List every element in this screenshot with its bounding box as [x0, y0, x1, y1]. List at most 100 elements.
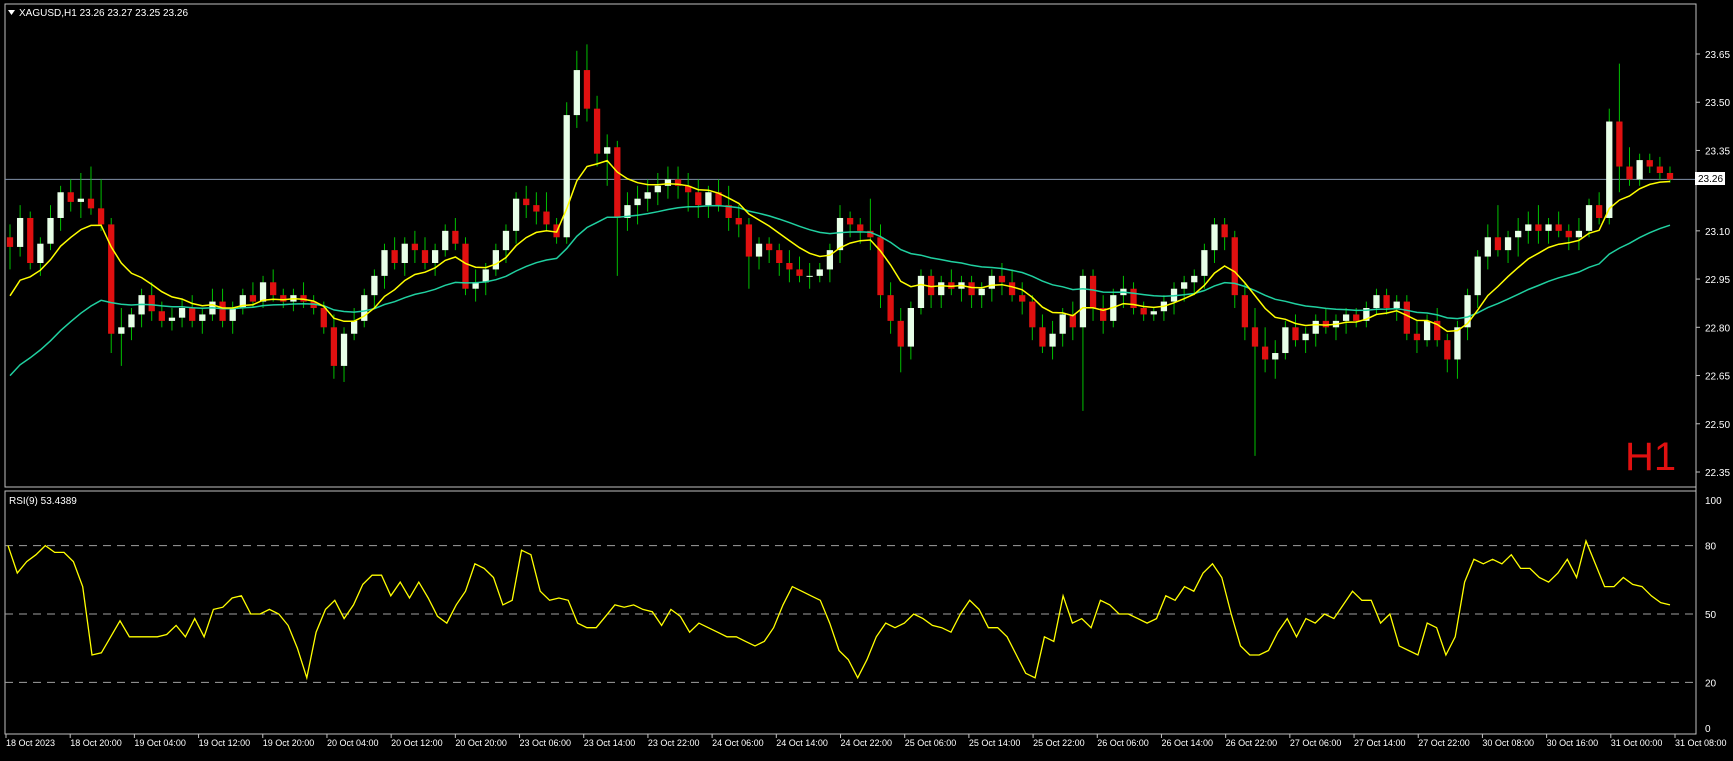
- time-tick-label: 25 Oct 14:00: [969, 738, 1021, 748]
- candle-body: [482, 269, 489, 283]
- time-tick-label: 20 Oct 20:00: [455, 738, 507, 748]
- candle-body: [57, 192, 64, 218]
- candle-body: [411, 243, 419, 251]
- candle-body: [1585, 205, 1593, 231]
- candle-body: [917, 275, 925, 309]
- candle-body: [583, 70, 591, 109]
- candle[interactable]: [563, 102, 570, 244]
- candle-body: [442, 230, 449, 251]
- candle-body: [1575, 230, 1583, 238]
- candle-body: [199, 314, 206, 321]
- price-tick-label: 22.95: [1705, 275, 1730, 286]
- candle-body: [1191, 275, 1198, 283]
- candle-body: [401, 243, 408, 263]
- candle-body: [391, 250, 398, 263]
- candle-body: [1484, 237, 1491, 257]
- candle[interactable]: [917, 269, 925, 315]
- time-tick-label: 26 Oct 06:00: [1097, 738, 1149, 748]
- candle-body: [1353, 314, 1360, 321]
- candle-body: [1302, 333, 1309, 341]
- candle-body: [1555, 224, 1562, 231]
- price-tick-label: 22.80: [1705, 323, 1730, 334]
- price-tick-label: 23.50: [1705, 98, 1730, 109]
- candle-body: [178, 308, 186, 318]
- price-tick-label: 22.35: [1705, 468, 1730, 479]
- candle-body: [593, 108, 601, 154]
- time-tick-label: 18 Oct 20:00: [70, 738, 122, 748]
- candle[interactable]: [27, 211, 34, 270]
- candle-body: [1322, 320, 1329, 328]
- current-price-tag: 23.26: [1698, 174, 1723, 185]
- candle-body: [128, 314, 135, 328]
- candle-body: [67, 192, 74, 202]
- candle-body: [189, 308, 196, 321]
- candle-body: [1616, 121, 1623, 167]
- candle-body: [1008, 282, 1016, 296]
- candle-body: [219, 301, 226, 321]
- candle-body: [1474, 256, 1481, 296]
- candle-body: [1261, 346, 1269, 360]
- time-tick-label: 20 Oct 04:00: [327, 738, 379, 748]
- time-tick-label: 24 Oct 22:00: [841, 738, 893, 748]
- rsi-tick-label: 20: [1705, 678, 1717, 689]
- price-tick-label: 23.35: [1705, 146, 1730, 157]
- time-tick-label: 31 Oct 08:00: [1675, 738, 1727, 748]
- candle-body: [1312, 320, 1319, 334]
- time-tick-label: 19 Oct 12:00: [199, 738, 251, 748]
- chart-window[interactable]: 23.65 23.50 23.35 23.10 22.95 22.80 22.65 22.50…: [0, 0, 1733, 756]
- candle-body: [1029, 301, 1036, 328]
- time-tick-label: 23 Oct 06:00: [520, 738, 572, 748]
- time-tick-label: 25 Oct 06:00: [905, 738, 957, 748]
- time-tick-label: 31 Oct 00:00: [1611, 738, 1663, 748]
- candle-body: [280, 295, 287, 302]
- time-tick-label: 19 Oct 20:00: [263, 738, 315, 748]
- rsi-pane[interactable]: [4, 490, 1697, 735]
- candle-body: [1403, 301, 1410, 334]
- candle-body: [1504, 237, 1512, 251]
- candle-body: [47, 217, 54, 244]
- candle-body: [846, 217, 854, 225]
- time-tick-label: 27 Oct 22:00: [1418, 738, 1470, 748]
- candle-body: [523, 198, 530, 206]
- timeframe-badge: H1: [1625, 435, 1676, 479]
- time-tick-label: 27 Oct 06:00: [1290, 738, 1342, 748]
- candle-body: [1565, 230, 1572, 238]
- candle-body: [421, 250, 429, 263]
- time-tick-label: 27 Oct 14:00: [1354, 738, 1406, 748]
- candle-body: [320, 308, 327, 328]
- rsi-label: RSI(9) 53.4389: [9, 496, 77, 507]
- candle-body: [968, 282, 975, 296]
- time-tick-label: 24 Oct 14:00: [776, 738, 828, 748]
- candle-body: [755, 243, 763, 257]
- rsi-tick-label: 50: [1705, 610, 1717, 621]
- time-tick-label: 18 Oct 2023: [6, 738, 55, 748]
- candle[interactable]: [1403, 295, 1410, 341]
- price-pane[interactable]: [4, 3, 1697, 488]
- candle-body: [351, 320, 358, 334]
- candle-body: [259, 282, 267, 302]
- candle-body: [887, 295, 894, 321]
- candle-body: [1342, 314, 1350, 321]
- candle-body: [452, 230, 459, 244]
- candle-body: [1272, 353, 1279, 360]
- candle-body: [563, 115, 570, 238]
- candle-body: [938, 282, 945, 296]
- candle-body: [1525, 224, 1532, 231]
- candle[interactable]: [462, 237, 469, 296]
- candle-body: [857, 224, 864, 231]
- candle-body: [735, 217, 742, 225]
- candle[interactable]: [108, 217, 115, 354]
- candle-body: [816, 269, 823, 276]
- time-tick-label: 19 Oct 04:00: [134, 738, 186, 748]
- candle-body: [1626, 166, 1633, 180]
- candle-body: [533, 205, 540, 212]
- candle-body: [158, 311, 165, 321]
- time-tick-label: 23 Oct 14:00: [584, 738, 636, 748]
- candle-body: [1636, 160, 1643, 180]
- candle-body: [654, 185, 661, 193]
- candle-body: [573, 70, 580, 116]
- rsi-tick-label: 80: [1705, 542, 1717, 553]
- candle-body: [168, 317, 176, 321]
- candle-body: [6, 237, 14, 247]
- price-tick-label: 23.65: [1705, 50, 1730, 61]
